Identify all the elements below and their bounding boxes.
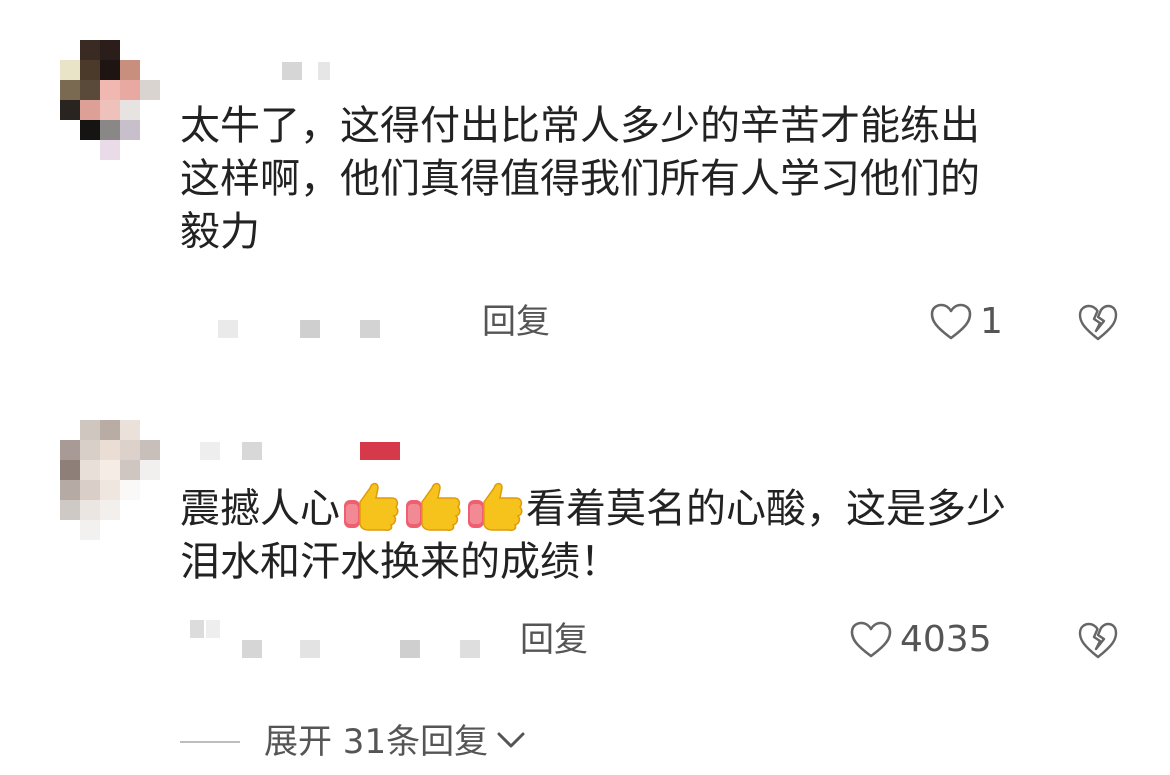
status-badge (360, 442, 400, 460)
heart-outline-icon (850, 621, 892, 659)
like-count: 4035 (900, 619, 992, 660)
timestamp-redacted (400, 640, 420, 658)
comment-text: 震撼人心 看着莫名的心酸，这是多少 泪水和汗水换来的成绩！ (180, 478, 1120, 589)
broken-heart-icon[interactable] (1078, 622, 1118, 660)
comment-text-line: 泪水和汗水换来的成绩！ (180, 539, 620, 585)
timestamp-redacted (190, 620, 204, 638)
timestamp-redacted (460, 640, 480, 658)
username-redacted[interactable] (242, 442, 262, 460)
reply-button[interactable]: 回复 (520, 620, 588, 660)
divider (180, 741, 240, 743)
thumbs-up-icon (342, 478, 400, 532)
like-button[interactable]: 4035 (850, 620, 992, 660)
avatar[interactable] (60, 420, 160, 540)
comment-item: 震撼人心 看着莫名的心酸，这是多少 泪水和汗水换来的成绩！ 回复 4035 (0, 0, 1170, 775)
timestamp-redacted (206, 620, 220, 638)
comment-text-segment: 看着莫名的心酸，这是多少 (526, 486, 1006, 532)
thumbs-up-icon (404, 478, 462, 532)
chevron-down-icon (496, 730, 526, 754)
expand-replies-label: 展开 31条回复 (264, 722, 489, 762)
timestamp-redacted (300, 640, 320, 658)
timestamp-redacted (242, 640, 262, 658)
comment-text-segment: 震撼人心 (180, 486, 340, 532)
username-redacted[interactable] (200, 442, 220, 460)
expand-replies-button[interactable]: 展开 31条回复 (180, 722, 526, 762)
thumbs-up-icon (466, 478, 524, 532)
